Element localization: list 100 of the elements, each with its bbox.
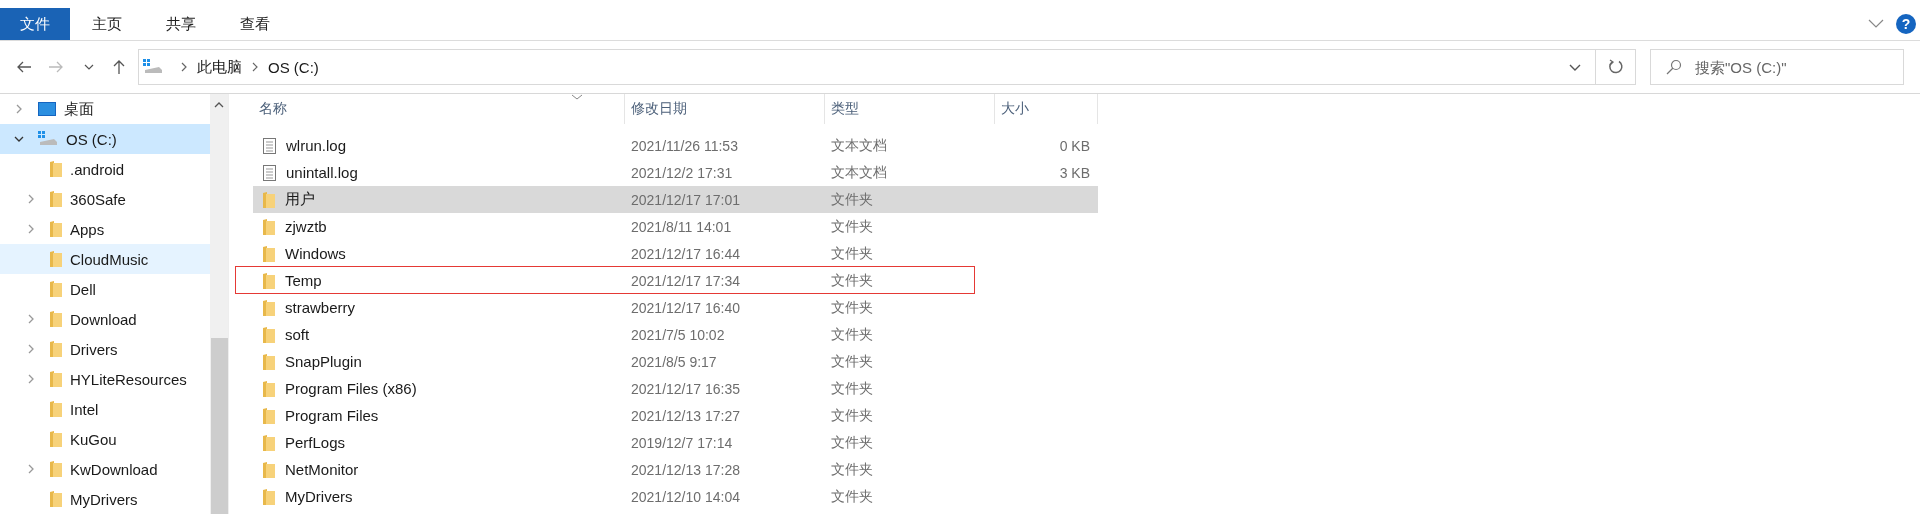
file-row[interactable]: Program Files 2021/12/13 17:27 文件夹 (253, 402, 1098, 429)
file-row[interactable]: zjwztb 2021/8/11 14:01 文件夹 (253, 213, 1098, 240)
column-header[interactable]: 名称 (253, 94, 625, 124)
tree-item[interactable]: Download (0, 304, 210, 334)
modified-date: 2021/12/17 17:34 (631, 272, 740, 289)
file-name: SnapPlugin (285, 353, 362, 370)
drive-icon (38, 131, 58, 147)
folder-icon (263, 353, 275, 370)
ribbon-tab[interactable]: 文件 (0, 8, 70, 40)
desktop-icon (38, 102, 56, 116)
folder-icon (263, 299, 275, 316)
file-type: 文件夹 (831, 325, 873, 344)
folder-icon (50, 221, 62, 237)
tree-item[interactable]: Intel (0, 394, 210, 424)
scrollbar[interactable] (210, 94, 228, 514)
file-type: 文件夹 (831, 460, 873, 479)
file-row[interactable]: Program Files (x86) 2021/12/17 16:35 文件夹 (253, 375, 1098, 402)
column-header[interactable]: 修改日期 (625, 94, 825, 124)
modified-date: 2021/12/17 16:35 (631, 380, 740, 397)
file-type: 文件夹 (831, 190, 873, 209)
file-name: NetMonitor (285, 461, 359, 478)
recent-dropdown-icon[interactable] (84, 64, 94, 70)
help-button[interactable]: ? (1896, 14, 1916, 34)
modified-date: 2021/11/26 11:53 (631, 137, 738, 154)
file-row[interactable]: Windows 2021/12/17 16:44 文件夹 (253, 240, 1098, 267)
tree-item[interactable]: MyDrivers (0, 484, 210, 514)
file-row[interactable]: Temp 2021/12/17 17:34 文件夹 (253, 267, 1098, 294)
folder-icon (263, 461, 275, 478)
folder-icon (263, 218, 275, 235)
expand-ribbon-icon[interactable] (1868, 19, 1884, 29)
folder-icon (50, 431, 62, 447)
tree-item[interactable]: KwDownload (0, 454, 210, 484)
sort-caret-icon (571, 94, 583, 100)
file-row[interactable]: SnapPlugin 2021/8/5 9:17 文件夹 (253, 348, 1098, 375)
file-name: zjwztb (285, 218, 327, 235)
folder-icon (263, 326, 275, 343)
address-field[interactable]: 此电脑 OS (C:) (138, 49, 1596, 85)
tree-item[interactable]: Drivers (0, 334, 210, 364)
folder-icon (263, 407, 275, 424)
forward-arrow-icon[interactable] (48, 60, 64, 74)
file-name: wlrun.log (286, 137, 347, 154)
file-type: 文件夹 (831, 271, 873, 290)
folder-icon (263, 191, 275, 208)
column-header[interactable]: 类型 (825, 94, 995, 124)
folder-icon (50, 251, 62, 267)
folder-icon (50, 311, 62, 327)
modified-date: 2019/12/7 17:14 (631, 434, 733, 451)
file-type: 文件夹 (831, 406, 873, 425)
modified-date: 2021/8/5 9:17 (631, 353, 717, 370)
tree-item[interactable]: HYLiteResources (0, 364, 210, 394)
modified-date: 2021/12/2 17:31 (631, 164, 733, 181)
folder-icon (50, 341, 62, 357)
file-name: unintall.log (286, 164, 358, 181)
up-arrow-icon[interactable] (112, 59, 126, 75)
search-field[interactable]: 搜索"OS (C:)" (1650, 49, 1904, 85)
modified-date: 2021/12/13 17:27 (631, 407, 740, 424)
scroll-up-icon[interactable] (214, 102, 224, 108)
breadcrumb[interactable]: 此电脑 (197, 57, 242, 77)
modified-date: 2021/12/10 14:04 (631, 488, 740, 505)
column-header[interactable]: 大小 (995, 94, 1098, 124)
file-row[interactable]: PerfLogs 2019/12/7 17:14 文件夹 (253, 429, 1098, 456)
file-name: soft (285, 326, 310, 343)
file-row[interactable]: unintall.log 2021/12/2 17:31 文本文档 3 KB (253, 159, 1098, 186)
file-size: 3 KB (1059, 164, 1090, 181)
file-type: 文件夹 (831, 487, 873, 506)
back-arrow-icon[interactable] (16, 60, 32, 74)
modified-date: 2021/12/17 16:44 (631, 245, 740, 262)
refresh-button[interactable] (1596, 49, 1636, 85)
file-row[interactable]: 用户 2021/12/17 17:01 文件夹 (253, 186, 1098, 213)
document-icon (263, 137, 276, 154)
modified-date: 2021/7/5 10:02 (631, 326, 725, 343)
file-row[interactable]: strawberry 2021/12/17 16:40 文件夹 (253, 294, 1098, 321)
folder-icon (263, 380, 275, 397)
tree-item[interactable]: 360Safe (0, 184, 210, 214)
chevron-icon (181, 62, 187, 72)
tree-item[interactable]: .android (0, 154, 210, 184)
file-row[interactable]: soft 2021/7/5 10:02 文件夹 (253, 321, 1098, 348)
chevron-icon[interactable] (14, 134, 24, 144)
file-name: MyDrivers (285, 488, 353, 505)
tree-item[interactable]: CloudMusic (0, 244, 210, 274)
folder-icon (50, 461, 62, 477)
file-name: Temp (285, 272, 322, 289)
file-row[interactable]: MyDrivers 2021/12/10 14:04 文件夹 (253, 483, 1098, 510)
file-type: 文件夹 (831, 298, 873, 317)
file-type: 文本文档 (831, 136, 887, 155)
tree-item[interactable]: KuGou (0, 424, 210, 454)
modified-date: 2021/12/17 17:01 (631, 191, 740, 208)
modified-date: 2021/8/11 14:01 (631, 218, 732, 235)
tree-item[interactable]: Dell (0, 274, 210, 304)
file-row[interactable]: wlrun.log 2021/11/26 11:53 文本文档 0 KB (253, 132, 1098, 159)
folder-icon (50, 161, 62, 177)
breadcrumb[interactable]: OS (C:) (268, 58, 319, 76)
tree-item[interactable]: OS (C:) (0, 124, 210, 154)
address-dropdown-icon[interactable] (1569, 63, 1581, 71)
tree-item[interactable]: 桌面 (0, 94, 210, 124)
file-type: 文件夹 (831, 244, 873, 263)
tree-item[interactable]: Apps (0, 214, 210, 244)
file-row[interactable]: NetMonitor 2021/12/13 17:28 文件夹 (253, 456, 1098, 483)
refresh-icon (1607, 59, 1624, 75)
file-name: PerfLogs (285, 434, 346, 451)
